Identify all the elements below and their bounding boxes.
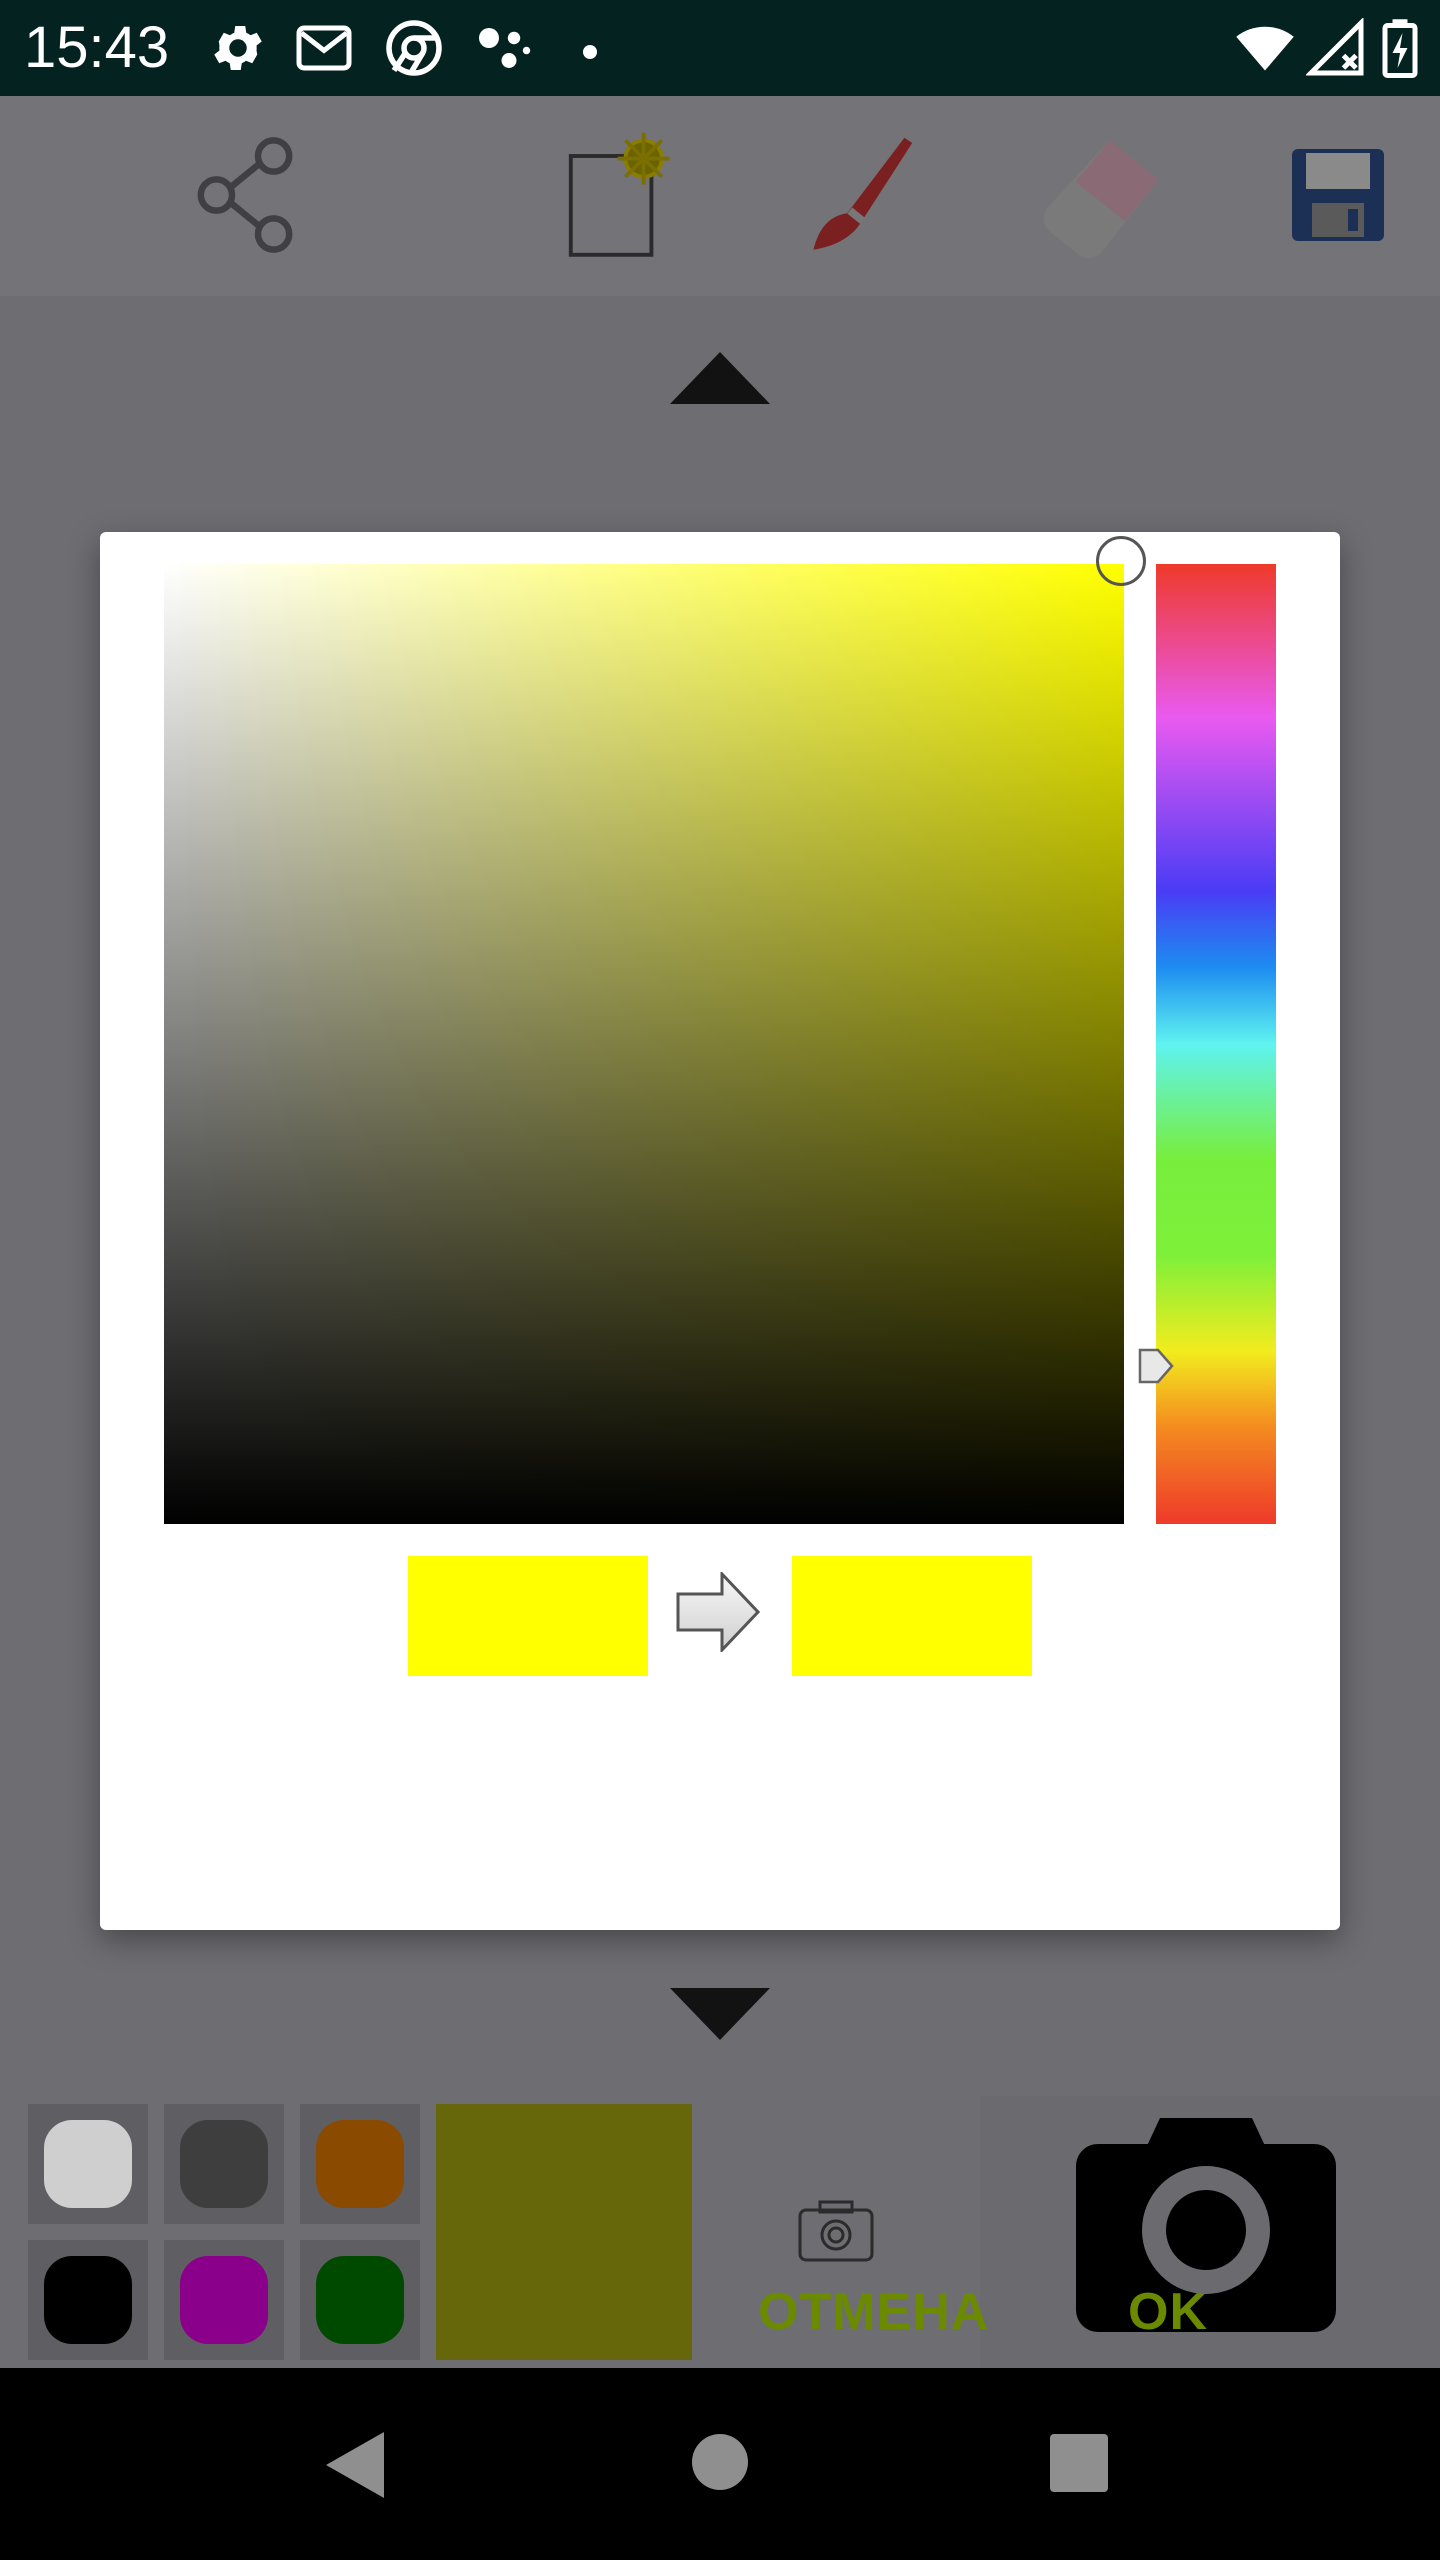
status-time: 15:43 [24,15,170,80]
share-icon[interactable] [180,130,310,260]
arrow-right-icon [676,1572,760,1652]
eraser-icon[interactable] [1034,130,1164,260]
back-icon[interactable] [324,2430,388,2500]
home-icon[interactable] [690,2432,750,2492]
battery-icon [1382,19,1418,78]
palette-swatch[interactable] [28,2240,148,2360]
new-color-preview [792,1556,1032,1676]
save-icon[interactable] [1288,130,1388,260]
expand-down-icon[interactable] [670,1988,770,2040]
gmail-icon [296,25,352,71]
palette-swatch[interactable] [28,2104,148,2224]
wifi-icon [1236,26,1294,71]
cancel-button[interactable]: ОТМЕНА [758,2282,989,2342]
recents-icon[interactable] [1048,2432,1110,2494]
collapse-up-icon[interactable] [670,352,770,404]
new-canvas-icon[interactable] [550,130,680,260]
hue-slider[interactable] [1156,564,1276,1524]
brush-icon[interactable] [790,130,920,260]
notification-dot-icon [583,45,597,59]
palette-swatch[interactable] [300,2240,420,2360]
signal-icon [1306,18,1364,76]
current-color-preview[interactable] [436,2104,692,2360]
hue-slider-handle[interactable] [1138,1346,1174,1386]
color-picker-dialog: ОТМЕНА OK [100,532,1340,2341]
ok-button[interactable]: OK [1128,2282,1208,2342]
old-color-preview [408,1556,648,1676]
palette-swatch[interactable] [164,2104,284,2224]
settings-icon [214,26,262,70]
chrome-icon [386,20,442,76]
palette-swatch[interactable] [300,2104,420,2224]
small-camera-icon[interactable] [796,2198,876,2264]
saturation-value-square[interactable] [164,564,1124,1524]
palette-swatch[interactable] [164,2240,284,2360]
saturation-value-cursor[interactable] [1096,536,1146,586]
assistant-icon [479,28,531,68]
